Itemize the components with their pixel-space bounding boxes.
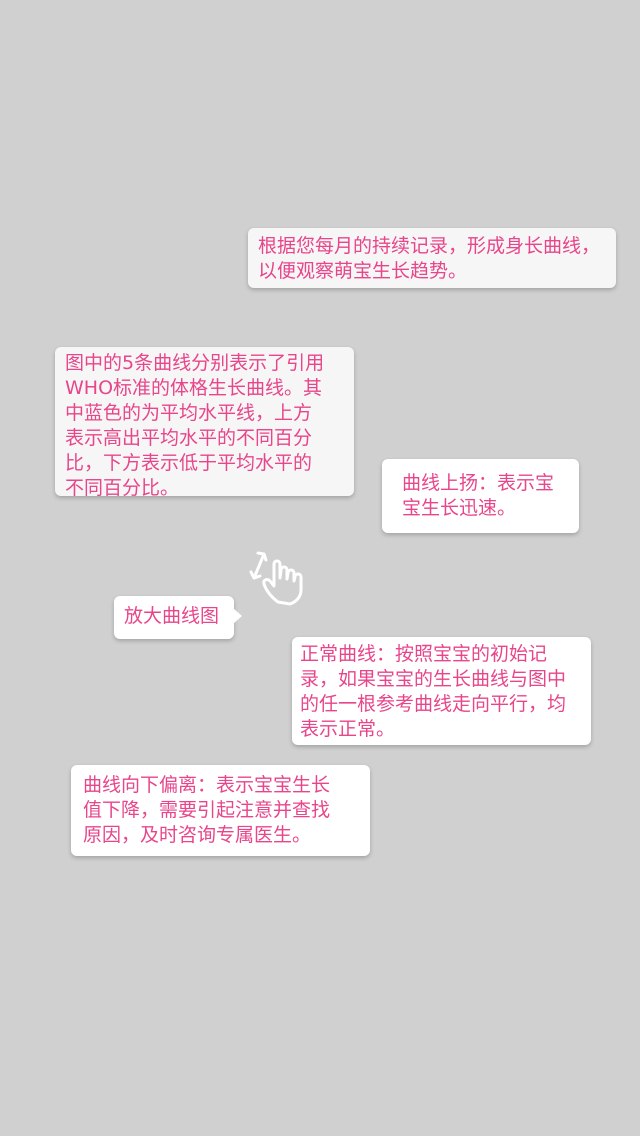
- pinch-zoom-hand-icon: [249, 551, 303, 606]
- tip-normal-curve: 正常曲线：按照宝宝的初始记 录，如果宝宝的生长曲线与图中 的任一根参考曲线走向平…: [292, 637, 591, 745]
- tip-curve-rise: 曲线上扬：表示宝 宝生长迅速。: [382, 459, 579, 533]
- tip-growth-record: 根据您每月的持续记录，形成身长曲线， 以便观察萌宝生长趋势。: [248, 228, 616, 288]
- zoom-chart-label[interactable]: 放大曲线图: [114, 596, 242, 639]
- tip-curve-deviation: 曲线向下偏离：表示宝宝生长 值下降，需要引起注意并查找 原因，及时咨询专属医生。: [71, 765, 370, 856]
- tip-who-curves: 图中的5条曲线分别表示了引用 WHO标准的体格生长曲线。其 中蓝色的为平均水平线…: [55, 347, 354, 499]
